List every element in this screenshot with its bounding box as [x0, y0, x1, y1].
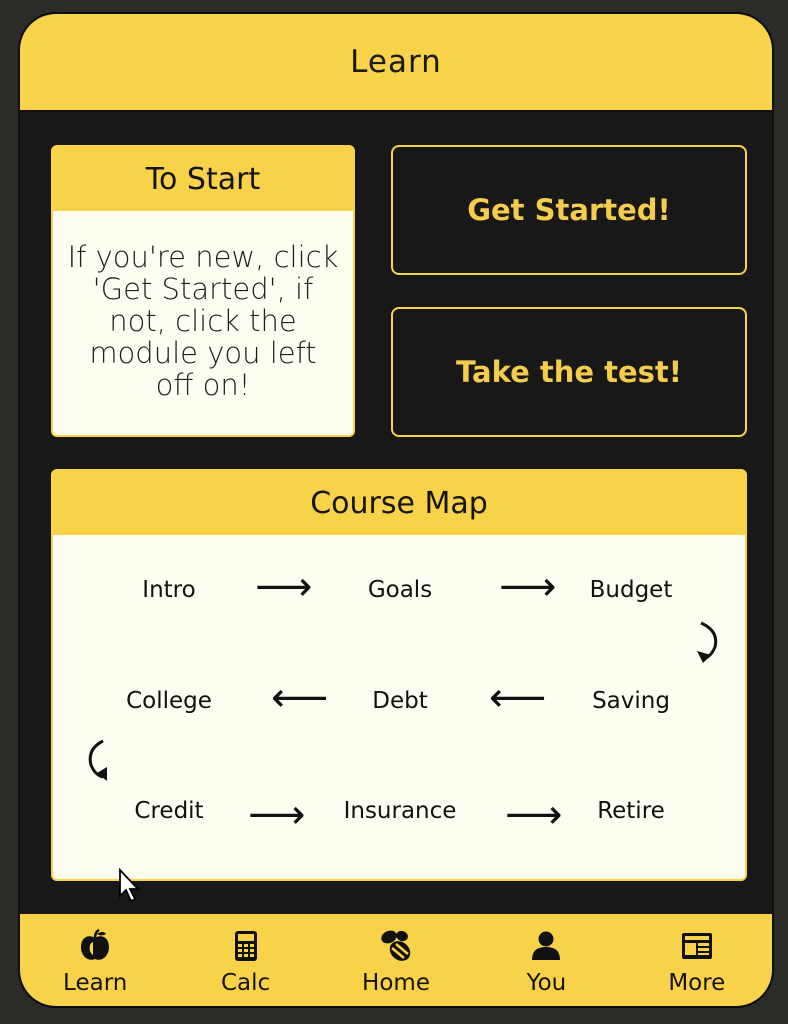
- module-insurance[interactable]: Insurance: [310, 798, 490, 824]
- course-map-card: Course Map Intro ⟶ Goals ⟶ Budget Colleg…: [51, 469, 747, 881]
- nav-label: Home: [362, 970, 430, 996]
- mouse-cursor-icon: [119, 868, 141, 903]
- take-test-button[interactable]: Take the test!: [391, 307, 747, 437]
- module-debt[interactable]: Debt: [310, 688, 490, 714]
- user-icon: [532, 931, 561, 960]
- module-saving[interactable]: Saving: [541, 688, 721, 714]
- module-credit[interactable]: Credit: [79, 798, 259, 824]
- intro-text: If you're new, click 'Get Started', if n…: [67, 240, 339, 402]
- nav-you[interactable]: You: [471, 914, 621, 1006]
- arrow-right-icon: ⟶: [248, 792, 306, 838]
- intro-heading: To Start: [53, 147, 353, 211]
- bottom-nav: Learn Calc Home You More: [20, 914, 772, 1006]
- nav-learn[interactable]: Learn: [20, 914, 170, 1006]
- course-map: Intro ⟶ Goals ⟶ Budget College ⟵ Debt ⟵ …: [53, 535, 745, 877]
- news-icon: [681, 933, 712, 959]
- nav-label: More: [668, 970, 726, 996]
- intro-card: To Start If you're new, click 'Get Start…: [51, 145, 355, 437]
- nav-label: Learn: [63, 970, 128, 996]
- nav-calc[interactable]: Calc: [170, 914, 320, 1006]
- curve-arrow-icon: [697, 621, 718, 663]
- module-budget[interactable]: Budget: [541, 577, 721, 603]
- curve-arrow-icon: [88, 739, 107, 781]
- nav-more[interactable]: More: [622, 914, 772, 1006]
- module-goals[interactable]: Goals: [310, 577, 490, 603]
- top-bar: Learn: [20, 14, 772, 112]
- arrow-right-icon: ⟶: [255, 564, 313, 610]
- get-started-button[interactable]: Get Started!: [391, 145, 747, 275]
- module-intro[interactable]: Intro: [79, 577, 259, 603]
- page-title: Learn: [350, 44, 442, 80]
- module-college[interactable]: College: [79, 688, 259, 714]
- nav-label: Calc: [221, 970, 271, 996]
- calculator-icon: [234, 931, 257, 961]
- nav-label: You: [526, 970, 567, 996]
- apple-icon: [81, 928, 110, 960]
- nav-home[interactable]: Home: [321, 914, 471, 1006]
- arrow-left-icon: ⟵: [489, 675, 547, 721]
- bee-icon: [381, 930, 411, 961]
- app-frame: Learn To Start If you're new, click 'Get…: [18, 12, 774, 1008]
- course-map-heading: Course Map: [53, 471, 745, 535]
- module-retire[interactable]: Retire: [541, 798, 721, 824]
